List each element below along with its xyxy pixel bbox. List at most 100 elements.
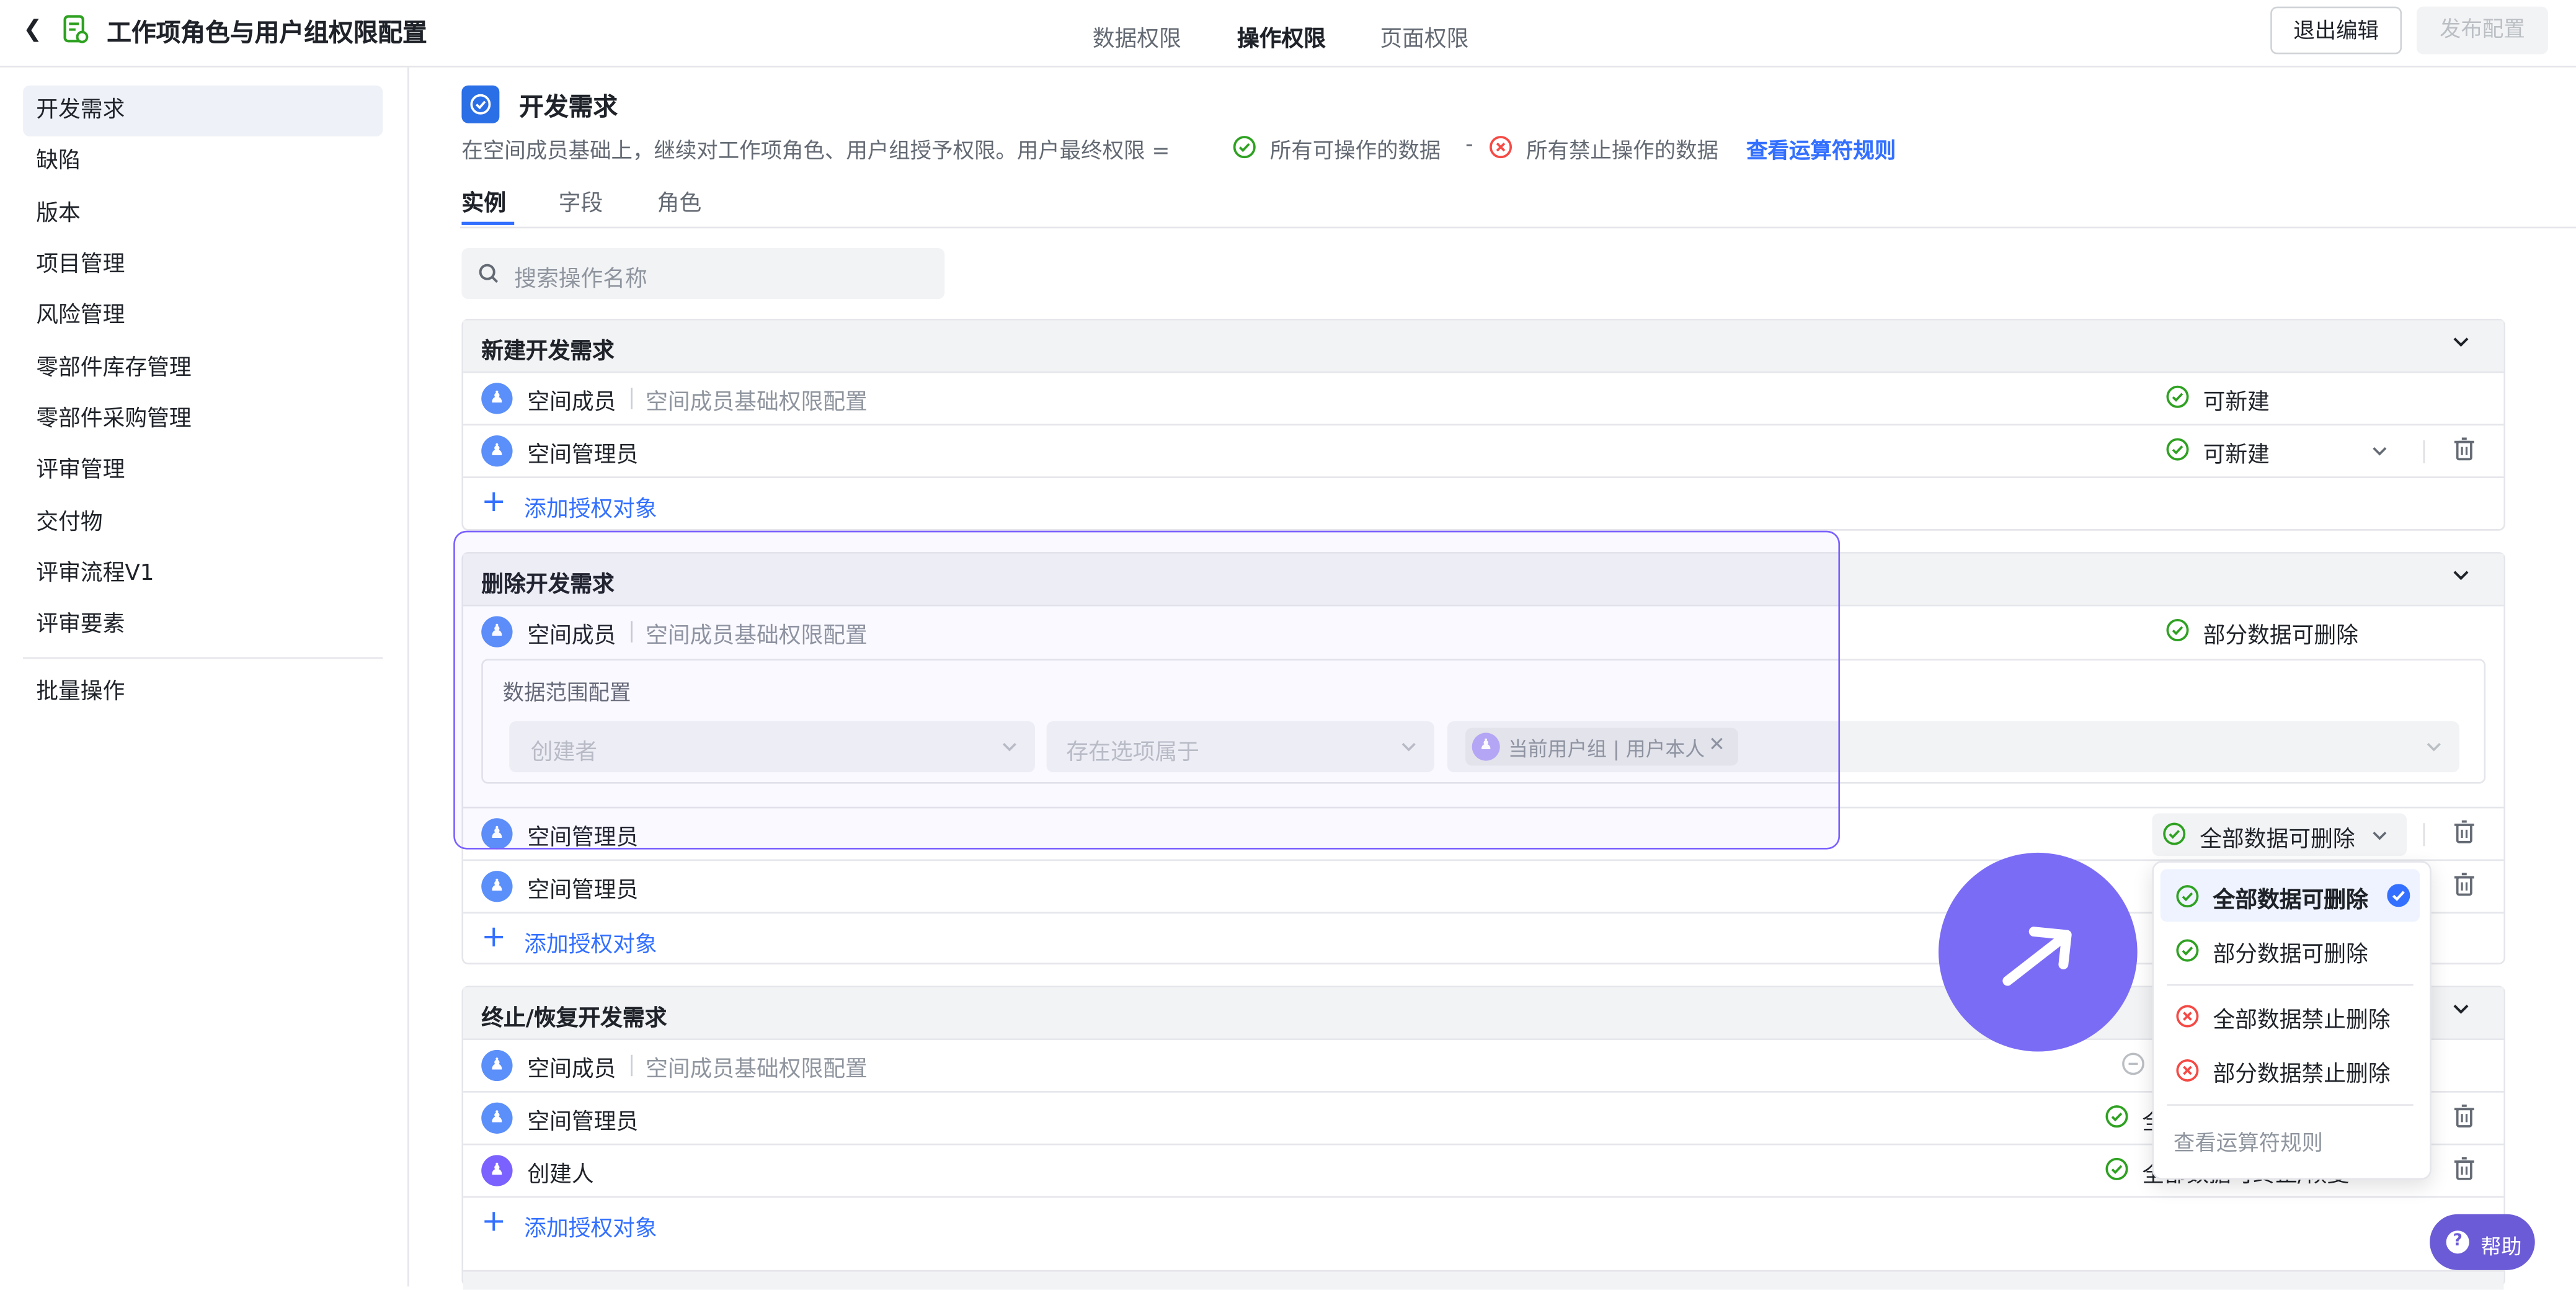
page-title: 工作项角色与用户组权限配置 xyxy=(107,18,427,48)
row-name: 空间成员 xyxy=(527,389,616,416)
chevron-down-icon[interactable] xyxy=(2451,565,2471,585)
highlight-box xyxy=(453,530,1841,850)
sidebar-item-risk-mgmt[interactable]: 风险管理 xyxy=(23,291,383,342)
chevron-down-icon[interactable] xyxy=(2451,332,2471,352)
sidebar-item-parts-purchase[interactable]: 零部件采购管理 xyxy=(23,394,383,445)
sidebar-item-dev-requirement[interactable]: 开发需求 xyxy=(23,85,383,136)
card-title: 终止/恢复开发需求 xyxy=(481,1005,667,1032)
forbidden-data-label: 所有禁止操作的数据 xyxy=(1526,140,1719,164)
trash-icon[interactable] xyxy=(2453,820,2476,845)
next-card-edge xyxy=(463,1270,2504,1290)
help-button[interactable]: ? 帮助 xyxy=(2430,1214,2535,1270)
trash-icon[interactable] xyxy=(2453,873,2476,897)
chevron-down-icon[interactable] xyxy=(2451,999,2471,1019)
section-title: 开发需求 xyxy=(519,92,618,122)
sidebar-item-deliverable[interactable]: 交付物 xyxy=(23,498,383,549)
check-circle-icon xyxy=(2176,885,2199,908)
card-header[interactable]: 新建开发需求 xyxy=(463,320,2504,371)
add-row: + 添加授权对象 xyxy=(463,1196,2504,1249)
tab-role[interactable]: 角色 xyxy=(657,184,702,216)
chevron-down-icon xyxy=(2427,742,2441,752)
menu-item-label: 全部数据禁止删除 xyxy=(2213,1007,2391,1034)
sidebar-item-review-mgmt[interactable]: 评审管理 xyxy=(23,445,383,496)
row-name: 空间管理员 xyxy=(527,442,639,469)
add-auth-label: 添加授权对象 xyxy=(524,496,657,523)
user-group-icon: ♟ xyxy=(481,1102,513,1134)
permission-value: 可新建 xyxy=(2203,389,2270,416)
menu-item-partial-forbid-delete[interactable]: 部分数据禁止删除 xyxy=(2161,1043,2420,1096)
plus-icon: + xyxy=(481,920,507,955)
sidebar-item-defect[interactable]: 缺陷 xyxy=(23,136,383,187)
sidebar-divider xyxy=(23,657,383,659)
minus-circle-icon xyxy=(2122,1052,2144,1075)
add-auth-button[interactable]: + 添加授权对象 xyxy=(481,484,657,523)
trash-icon[interactable] xyxy=(2453,1157,2476,1181)
row-name: 创建人 xyxy=(527,1161,594,1188)
minus-sign: - xyxy=(1465,133,1473,158)
tab-operation-permission[interactable]: 操作权限 xyxy=(1237,20,1326,53)
check-circle-icon xyxy=(2166,385,2189,408)
tab-field[interactable]: 字段 xyxy=(559,184,603,216)
check-circle-icon xyxy=(2163,822,2186,845)
sidebar: 开发需求 缺陷 版本 项目管理 风险管理 零部件库存管理 零部件采购管理 评审管… xyxy=(0,67,409,1287)
sidebar-item-batch-ops[interactable]: 批量操作 xyxy=(23,667,383,718)
add-auth-button[interactable]: + 添加授权对象 xyxy=(481,1204,657,1242)
plus-icon: + xyxy=(481,484,507,520)
selected-check-icon xyxy=(2387,884,2410,907)
sidebar-item-review-element[interactable]: 评审要素 xyxy=(23,600,383,651)
menu-divider xyxy=(2167,984,2414,986)
chevron-down-icon xyxy=(2373,831,2387,840)
allowed-data-label: 所有可操作的数据 xyxy=(1269,140,1441,164)
user-group-icon: ♟ xyxy=(481,383,513,414)
chevron-down-icon[interactable] xyxy=(2371,442,2389,460)
row-subtitle: 空间成员基础权限配置 xyxy=(646,1056,868,1083)
row-name: 空间管理员 xyxy=(527,1109,639,1136)
menu-item-all-allow-delete[interactable]: 全部数据可删除 xyxy=(2160,869,2420,922)
chevron-left-icon[interactable]: ❮ xyxy=(23,16,42,42)
plus-icon: + xyxy=(481,1204,507,1239)
permission-dropdown-menu: 全部数据可删除 部分数据可删除 全部数据禁止删除 部分数据禁止删除 查看运算符规… xyxy=(2152,861,2432,1180)
row-subtitle: 空间成员基础权限配置 xyxy=(646,389,868,416)
exit-edit-button[interactable]: 退出编辑 xyxy=(2270,6,2402,55)
sidebar-item-parts-stock[interactable]: 零部件库存管理 xyxy=(23,344,383,394)
operator-rules-link[interactable]: 查看运算符规则 xyxy=(1746,133,1896,164)
close-circle-icon xyxy=(1490,136,1512,159)
card-title: 新建开发需求 xyxy=(481,338,615,365)
close-circle-icon xyxy=(2176,1005,2199,1028)
table-row: ♟ 空间成员 空间成员基础权限配置 可新建 xyxy=(463,371,2504,424)
trash-icon[interactable] xyxy=(2453,437,2476,462)
search-input[interactable]: 搜索操作名称 xyxy=(461,248,945,300)
permission-select[interactable]: 可新建 xyxy=(2203,435,2270,468)
separator xyxy=(631,1054,633,1077)
arrow-icon xyxy=(2002,927,2072,986)
sidebar-item-project-mgmt[interactable]: 项目管理 xyxy=(23,240,383,291)
menu-item-label: 全部数据可删除 xyxy=(2213,887,2368,914)
sidebar-item-version[interactable]: 版本 xyxy=(23,189,383,240)
table-row: ♟ 空间管理员 可新建 xyxy=(463,424,2504,476)
active-tab-indicator xyxy=(461,221,515,225)
menu-item-all-forbid-delete[interactable]: 全部数据禁止删除 xyxy=(2161,989,2420,1042)
menu-item-partial-allow-delete[interactable]: 部分数据可删除 xyxy=(2161,923,2420,976)
trash-icon[interactable] xyxy=(2453,1104,2476,1129)
search-icon xyxy=(479,264,499,283)
menu-operator-rules-link[interactable]: 查看运算符规则 xyxy=(2174,1126,2323,1157)
row-name: 空间管理员 xyxy=(527,877,639,904)
add-auth-button[interactable]: + 添加授权对象 xyxy=(481,920,657,958)
menu-divider xyxy=(2167,1104,2414,1106)
check-circle-icon xyxy=(1233,136,1256,159)
menu-item-label: 部分数据可删除 xyxy=(2213,941,2368,968)
permission-description: 在空间成员基础上，继续对工作项角色、用户组授予权限。用户最终权限 = xyxy=(461,140,1170,164)
separator xyxy=(631,388,633,409)
sidebar-item-review-flow[interactable]: 评审流程V1 xyxy=(23,549,383,600)
tab-instance[interactable]: 实例 xyxy=(461,184,506,216)
separator xyxy=(2423,823,2425,847)
tab-page-permission[interactable]: 页面权限 xyxy=(1380,20,1468,53)
permission-select[interactable]: 全部数据可删除 xyxy=(2152,813,2407,856)
menu-item-label: 部分数据禁止删除 xyxy=(2213,1061,2391,1088)
user-group-icon: ♟ xyxy=(481,435,513,467)
check-circle-icon xyxy=(2176,939,2199,962)
user-group-icon: ♟ xyxy=(481,871,513,902)
tab-data-permission[interactable]: 数据权限 xyxy=(1093,20,1181,53)
check-circle-icon xyxy=(2105,1105,2128,1128)
publish-button[interactable]: 发布配置 xyxy=(2416,6,2548,55)
